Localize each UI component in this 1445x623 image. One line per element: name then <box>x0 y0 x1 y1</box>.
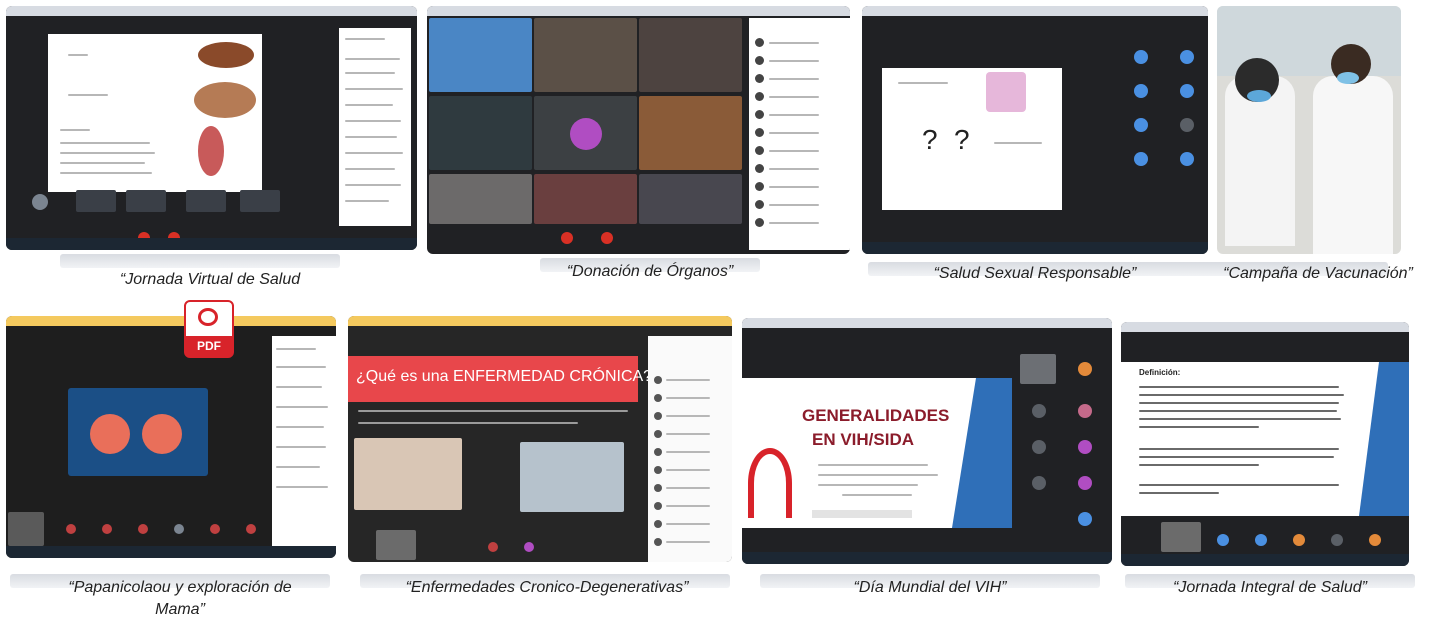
presentation-slide: Definición: <box>1121 362 1409 516</box>
participants-panel <box>648 336 732 562</box>
screenshot-dia-mundial-vih: GENERALIDADES EN VIH/SIDA <box>742 318 1112 564</box>
participant-video <box>639 174 742 224</box>
slide-title-bar: ¿Qué es una ENFERMEDAD CRÓNICA? <box>348 356 652 402</box>
screenshot-donacion-de-organos <box>427 6 850 254</box>
pdf-acrobat-mark <box>198 308 218 326</box>
screenshot-jornada-integral: Definición: <box>1121 322 1409 566</box>
participant-avatar <box>1180 118 1194 132</box>
caption-jornada-integral: “Jornada Integral de Salud” <box>1173 579 1367 596</box>
slide-heading: Definición: <box>1139 368 1181 377</box>
caption-donacion-organos: “Donación de Órganos” <box>566 263 734 280</box>
presentation-slide: ? ? <box>882 68 1062 210</box>
slide-title-line-2: EN VIH/SIDA <box>812 430 915 449</box>
slide-photo-patient <box>354 438 462 510</box>
mic-off-icon <box>561 232 573 244</box>
caption-papanicolaou-2: Mama” <box>155 601 205 618</box>
participant-video <box>639 18 742 92</box>
participant-avatar <box>1134 118 1148 132</box>
self-video <box>1161 522 1201 552</box>
browser-bar <box>6 6 417 16</box>
screenshot-papanicolaou <box>6 316 336 558</box>
breast-exam-illustration <box>68 388 208 476</box>
caption-campana-vacunacion: “Campaña de Vacunación” <box>1223 265 1413 282</box>
self-video <box>376 530 416 560</box>
participant-video <box>429 18 532 92</box>
photo-campana-vacunacion <box>1217 6 1401 254</box>
participant-video <box>1020 354 1056 384</box>
screenshot-salud-sexual-responsable: ? ? <box>862 6 1208 254</box>
participant-video <box>429 174 532 224</box>
caption-enfermedades-cronicas: “Enfermedades Cronico-Degenerativas” <box>405 579 689 596</box>
self-video <box>8 512 44 546</box>
participant-avatar <box>1180 50 1194 64</box>
participant-video <box>534 18 637 92</box>
caption-jornada-virtual: “Jornada Virtual de Salud <box>119 271 301 288</box>
screenshot-enfermedades-cronicas: ¿Qué es una ENFERMEDAD CRÓNICA? <box>348 316 732 562</box>
face-mask-icon <box>1247 90 1271 102</box>
participant-avatar <box>1134 84 1148 98</box>
chat-panel <box>272 336 336 546</box>
red-ribbon-icon <box>748 448 792 518</box>
caption-salud-sexual: “Salud Sexual Responsable” <box>933 265 1137 282</box>
taskbar <box>6 238 417 250</box>
participant-tile <box>534 96 637 170</box>
screenshot-jornada-virtual-de-salud <box>6 6 417 250</box>
pdf-icon: PDF <box>184 300 234 358</box>
slide-accent <box>952 378 1012 528</box>
slide-photo-doctor <box>520 442 624 512</box>
caption-dia-mundial-vih: “Día Mundial del VIH” <box>853 579 1007 596</box>
participant-avatar <box>1180 152 1194 166</box>
participant-avatar <box>1134 50 1148 64</box>
participant-video <box>429 96 532 170</box>
slide-accent <box>1359 362 1409 516</box>
pdf-label: PDF <box>186 336 232 356</box>
participant-avatar <box>1134 152 1148 166</box>
participant-video <box>534 174 637 224</box>
presentation-slide <box>48 34 262 192</box>
face-mask-icon <box>1337 72 1359 84</box>
presentation-slide: GENERALIDADES EN VIH/SIDA <box>742 378 1012 528</box>
participant-avatar <box>1180 84 1194 98</box>
caption-papanicolaou-1: “Papanicolaou y exploración de <box>68 579 292 596</box>
participant-video <box>639 96 742 170</box>
end-call-icon <box>601 232 613 244</box>
slide-title: ¿Qué es una ENFERMEDAD CRÓNICA? <box>356 368 653 385</box>
participant-avatar <box>32 194 48 210</box>
slide-title-line-1: GENERALIDADES <box>802 406 950 425</box>
participant-avatar <box>570 118 602 150</box>
participants-panel <box>749 18 850 250</box>
participant-avatar <box>1078 362 1092 376</box>
chat-panel <box>339 28 411 226</box>
